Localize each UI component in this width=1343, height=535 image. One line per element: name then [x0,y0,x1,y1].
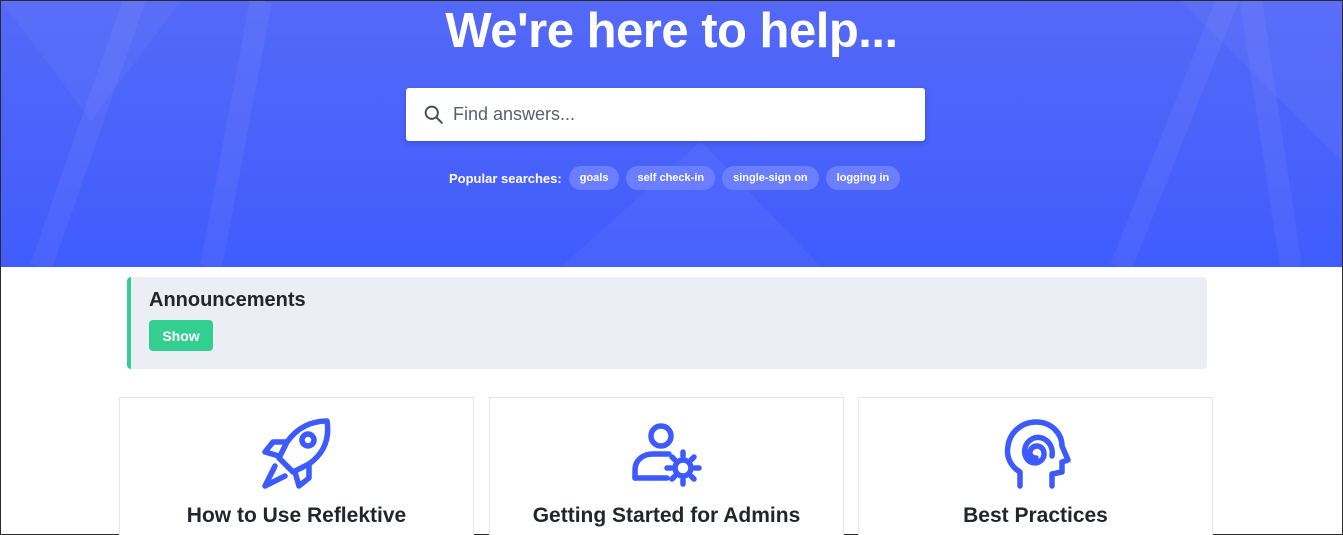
user-gear-icon [631,423,702,487]
card-getting-started-admins[interactable]: Getting Started for Admins [489,397,844,535]
card-how-to-use[interactable]: How to Use Reflektive [119,397,474,535]
head-spiral-icon [1004,419,1071,489]
card-best-practices[interactable]: Best Practices [858,397,1213,535]
popular-search-single-sign-on[interactable]: single-sign on [722,166,819,190]
popular-search-logging-in[interactable]: logging in [825,166,901,190]
show-announcements-button[interactable]: Show [149,320,213,351]
announcements-panel: Announcements Show [127,277,1207,369]
popular-searches-label: Popular searches: [449,170,562,186]
card-title: How to Use Reflektive [186,504,407,527]
search-input[interactable] [453,88,913,141]
search-icon [424,105,443,124]
popular-searches: Popular searches: goals self check-in si… [449,166,907,190]
search-box[interactable] [406,88,925,141]
card-title: Best Practices [963,504,1108,527]
announcements-title: Announcements [149,289,306,311]
page-title: We're here to help... [445,4,898,58]
card-title: Getting Started for Admins [532,504,801,527]
popular-search-self-check-in[interactable]: self check-in [626,166,716,190]
popular-search-goals[interactable]: goals [568,166,620,190]
hero-banner: We're here to help... Popular searches: … [1,1,1342,267]
rocket-icon [261,418,330,489]
